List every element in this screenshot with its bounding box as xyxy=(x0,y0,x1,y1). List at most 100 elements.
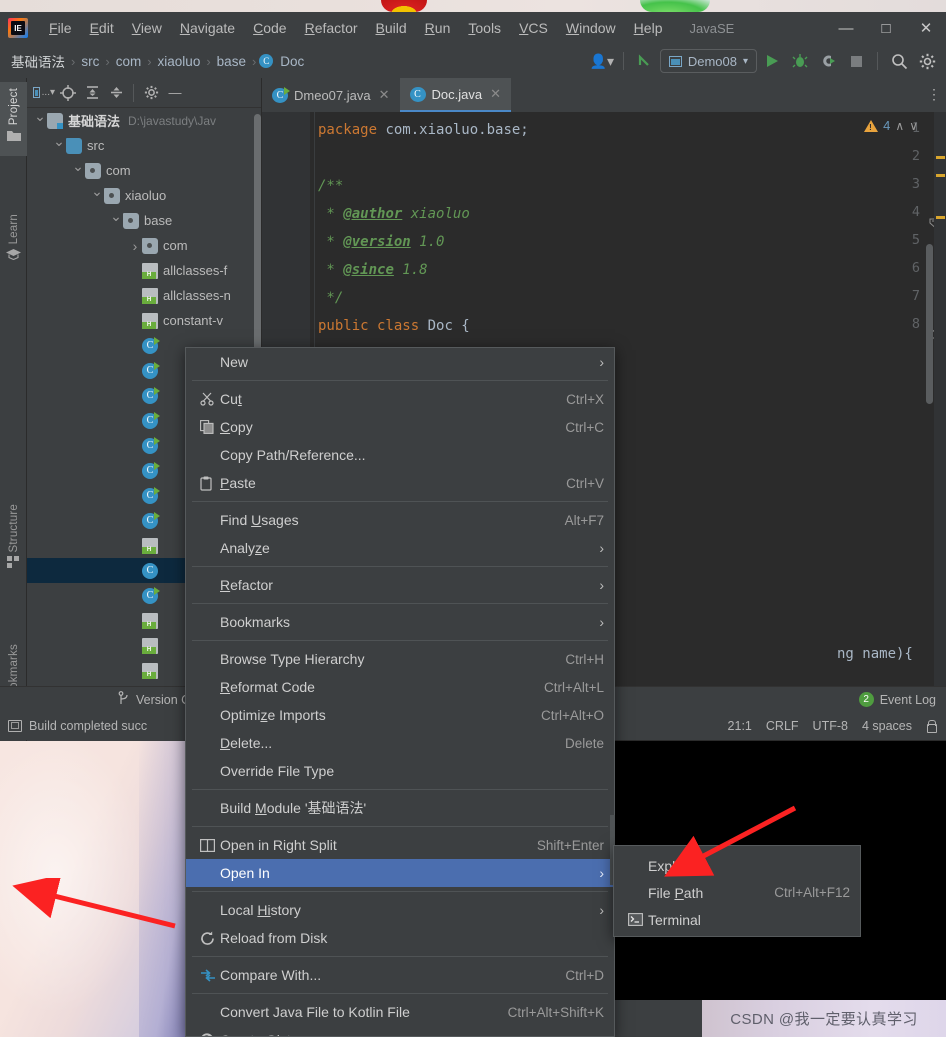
close-icon[interactable]: ✕ xyxy=(490,86,501,102)
locate-icon[interactable] xyxy=(57,82,79,104)
menu-item-local-history[interactable]: Local History › xyxy=(186,896,614,924)
code-line[interactable]: */ xyxy=(318,288,343,308)
tree-row[interactable]: src xyxy=(27,133,261,158)
editor-tabs-overflow-icon[interactable]: ⋮ xyxy=(927,86,942,103)
close-icon[interactable]: ✕ xyxy=(379,87,390,103)
menu-item-new[interactable]: New › xyxy=(186,348,614,376)
menu-item-optimize-imports[interactable]: Optimize Imports Ctrl+Alt+O xyxy=(186,701,614,729)
tree-row[interactable]: 基础语法 D:\javastudy\Jav xyxy=(27,108,261,133)
tree-row[interactable]: allclasses-f xyxy=(27,258,261,283)
project-tree-vertical-scrollbar[interactable] xyxy=(254,114,261,362)
breadcrumb-item-com[interactable]: com xyxy=(113,52,145,71)
editor-tab-dmeo07[interactable]: C Dmeo07.java ✕ xyxy=(262,78,400,112)
code-line[interactable]: * @author xiaoluo xyxy=(318,204,469,224)
menu-run[interactable]: Run xyxy=(416,16,460,40)
chevron-down-icon[interactable]: ∨ xyxy=(909,119,918,133)
menu-item-copy-path-reference[interactable]: Copy Path/Reference... xyxy=(186,441,614,469)
breadcrumb-item-Doc[interactable]: C Doc xyxy=(259,52,307,71)
menu-edit[interactable]: Edit xyxy=(81,16,123,40)
breadcrumb-item-base[interactable]: base xyxy=(214,52,249,71)
event-log-button[interactable]: 2 Event Log xyxy=(858,692,946,707)
editor-vertical-scrollbar[interactable] xyxy=(926,244,933,404)
warning-marker[interactable] xyxy=(936,156,945,159)
chevron-down-icon[interactable] xyxy=(71,162,85,179)
indent-setting[interactable]: 4 spaces xyxy=(862,719,912,733)
lock-icon[interactable] xyxy=(926,720,937,733)
menu-view[interactable]: View xyxy=(123,16,171,40)
menu-item-reformat-code[interactable]: Reformat Code Ctrl+Alt+L xyxy=(186,673,614,701)
line-separator[interactable]: CRLF xyxy=(766,719,799,733)
chevron-up-icon[interactable]: ∧ xyxy=(895,119,904,133)
tool-window-button-learn[interactable]: Learn xyxy=(0,208,27,274)
close-button[interactable]: ✕ xyxy=(906,13,946,43)
menu-item-build-module[interactable]: Build Module '基础语法' xyxy=(186,794,614,822)
open-in-submenu[interactable]: Explorer File Path Ctrl+Alt+F12 Terminal xyxy=(613,845,861,937)
menu-item-refactor[interactable]: Refactor › xyxy=(186,571,614,599)
caret-position[interactable]: 21:1 xyxy=(728,719,752,733)
inspection-widget[interactable]: 4 ∧ ∨ xyxy=(864,118,918,133)
menu-build[interactable]: Build xyxy=(367,16,416,40)
tool-window-button-project[interactable]: Project xyxy=(0,82,27,156)
vcs-update-icon[interactable] xyxy=(632,48,658,74)
menu-code[interactable]: Code xyxy=(244,16,295,40)
context-menu[interactable]: New › Cut Ctrl+X Copy Ctrl+C Copy Path/Referen… xyxy=(185,347,615,1037)
tree-row[interactable]: constant-v xyxy=(27,308,261,333)
menu-tools[interactable]: Tools xyxy=(459,16,510,40)
project-settings-gear-icon[interactable] xyxy=(140,82,162,104)
menu-item-copy[interactable]: Copy Ctrl+C xyxy=(186,413,614,441)
menu-item-browse-type-hierarchy[interactable]: Browse Type Hierarchy Ctrl+H xyxy=(186,645,614,673)
tree-row[interactable]: base xyxy=(27,208,261,233)
menu-item-reload-from-disk[interactable]: Reload from Disk xyxy=(186,924,614,952)
code-line[interactable]: package com.xiaoluo.base; xyxy=(318,120,529,140)
run-configuration-selector[interactable]: Demo08 ▾ xyxy=(659,49,757,73)
menu-item-file-path[interactable]: File Path Ctrl+Alt+F12 xyxy=(614,879,860,906)
menu-item-compare-with[interactable]: Compare With... Ctrl+D xyxy=(186,961,614,989)
menu-item-override-file-type[interactable]: Override File Type xyxy=(186,757,614,785)
menu-item-bookmarks[interactable]: Bookmarks › xyxy=(186,608,614,636)
menu-vcs[interactable]: VCS xyxy=(510,16,557,40)
chevron-down-icon[interactable] xyxy=(33,112,47,129)
menu-item-open-in[interactable]: Open In › xyxy=(186,859,614,887)
menu-item-create-gist[interactable]: Create Gist... xyxy=(186,1026,614,1036)
run-with-coverage-icon[interactable] xyxy=(815,48,841,74)
menu-item-cut[interactable]: Cut Ctrl+X xyxy=(186,385,614,413)
user-icon[interactable]: 👤▾ xyxy=(589,48,615,74)
collapse-all-icon[interactable] xyxy=(105,82,127,104)
chevron-right-icon[interactable] xyxy=(128,238,142,254)
error-stripe-markers[interactable] xyxy=(934,112,946,720)
warning-marker[interactable] xyxy=(936,216,945,219)
menu-item-convert-java-file-to-kotlin-file[interactable]: Convert Java File to Kotlin File Ctrl+Alt… xyxy=(186,998,614,1026)
tree-row[interactable]: allclasses-n xyxy=(27,283,261,308)
menu-item-paste[interactable]: Paste Ctrl+V xyxy=(186,469,614,497)
debug-icon[interactable] xyxy=(787,48,813,74)
menu-help[interactable]: Help xyxy=(625,16,672,40)
menu-item-explorer[interactable]: Explorer xyxy=(614,852,860,879)
file-encoding[interactable]: UTF-8 xyxy=(813,719,848,733)
menu-item-find-usages[interactable]: Find Usages Alt+F7 xyxy=(186,506,614,534)
status-message[interactable]: Build completed succ xyxy=(0,719,147,733)
stop-icon[interactable] xyxy=(843,48,869,74)
tree-row[interactable]: xiaoluo xyxy=(27,183,261,208)
expand-all-icon[interactable] xyxy=(81,82,103,104)
chevron-down-icon[interactable] xyxy=(109,212,123,229)
menu-item-delete[interactable]: Delete... Delete xyxy=(186,729,614,757)
warning-marker[interactable] xyxy=(936,174,945,177)
editor-tab-doc[interactable]: C Doc.java ✕ xyxy=(399,78,511,112)
maximize-button[interactable]: □ xyxy=(866,13,906,43)
hide-tool-window-icon[interactable]: — xyxy=(164,82,186,104)
chevron-down-icon[interactable] xyxy=(90,187,104,204)
tree-row[interactable]: com xyxy=(27,158,261,183)
tool-window-button-structure[interactable]: Structure xyxy=(0,498,27,584)
code-line[interactable]: * @version 1.0 xyxy=(318,232,444,252)
breadcrumb-item-xiaoluo[interactable]: xiaoluo xyxy=(155,52,204,71)
search-icon[interactable] xyxy=(886,48,912,74)
menu-file[interactable]: File xyxy=(40,16,81,40)
breadcrumb-item-src[interactable]: src xyxy=(78,52,102,71)
menu-item-terminal[interactable]: Terminal xyxy=(614,906,860,933)
menu-window[interactable]: Window xyxy=(557,16,625,40)
menu-refactor[interactable]: Refactor xyxy=(296,16,367,40)
breadcrumb-item-基础语法[interactable]: 基础语法 xyxy=(8,49,68,73)
menu-item-analyze[interactable]: Analyze › xyxy=(186,534,614,562)
chevron-down-icon[interactable] xyxy=(52,137,66,154)
minimize-button[interactable]: — xyxy=(826,13,866,43)
